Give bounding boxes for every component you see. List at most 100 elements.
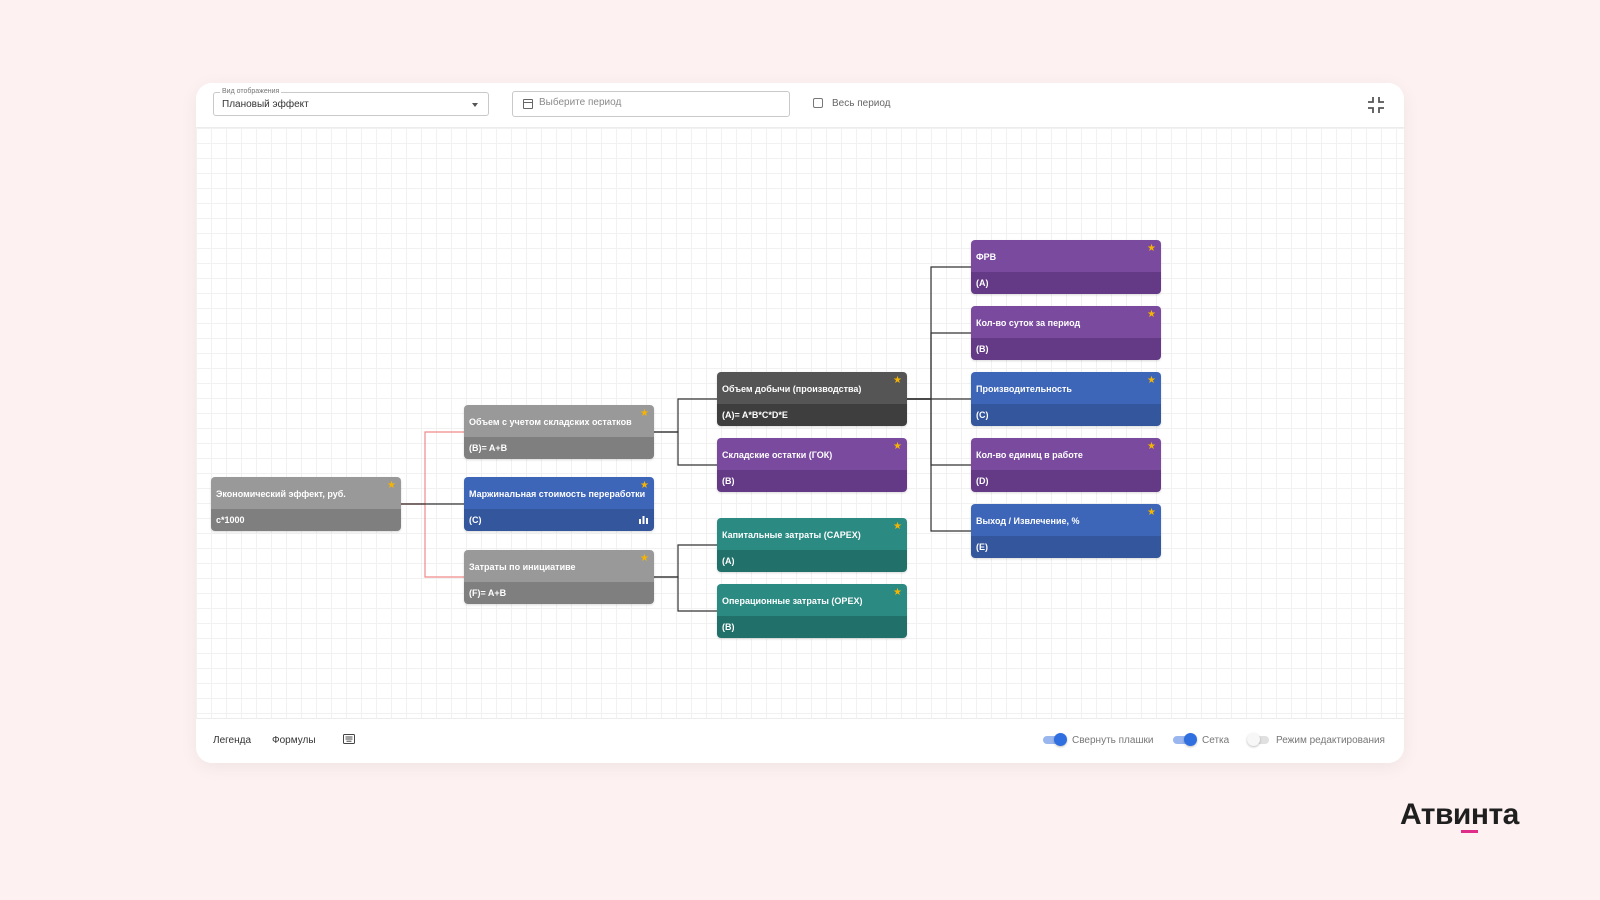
star-icon[interactable]: ★ [387,481,396,491]
star-icon[interactable]: ★ [1147,376,1156,386]
node-productivity[interactable]: Производительность ★ (C) [971,372,1161,426]
connector-line [401,431,464,505]
node-formula: (D) [976,476,989,486]
grid-label: Сетка [1202,735,1230,746]
node-title: Производительность [976,384,1072,394]
all-period-label[interactable]: Весь период [832,98,891,109]
node-formula: (A)= A*B*C*D*E [722,410,788,420]
node-title: Кол-во единиц в работе [976,450,1083,460]
calendar-icon[interactable] [523,99,533,109]
connector-line [907,332,971,400]
node-footer: (E) [971,536,1161,558]
node-frv[interactable]: ФРВ ★ (A) [971,240,1161,294]
node-footer: (A) [717,550,907,572]
checkbox-icon[interactable] [813,98,823,108]
node-title: Маржинальная стоимость переработки [469,489,646,499]
node-header: Экономический эффект, руб. ★ [211,477,401,509]
toggle-knob [1247,733,1260,746]
toggle-knob [1054,733,1067,746]
node-production-volume[interactable]: Объем добычи (производства) ★ (A)= A*B*C*D… [717,372,907,426]
star-icon[interactable]: ★ [640,481,649,491]
keyboard-icon[interactable] [343,734,355,744]
node-capex[interactable]: Капитальные затраты (CAPEX) ★ (A) [717,518,907,572]
app-window: Вид отображения Плановый эффект Весь пер… [196,83,1404,763]
node-marginal-cost[interactable]: Маржинальная стоимость переработки ★ (C) [464,477,654,531]
edit-mode-label: Режим редактирования [1276,735,1385,746]
node-title: Складские остатки (ГОК) [722,450,833,460]
brand-logo: Атвинта [1400,798,1519,831]
node-header: Производительность ★ [971,372,1161,404]
connector-line [654,544,717,578]
node-initiative-costs[interactable]: Затраты по инициативе ★ (F)= A+B [464,550,654,604]
node-formula: (B) [722,622,735,632]
view-mode-select[interactable]: Вид отображения Плановый эффект [213,87,489,116]
node-footer: (B) [717,616,907,638]
legend-tab[interactable]: Легенда [213,735,251,746]
star-icon[interactable]: ★ [1147,508,1156,518]
view-mode-value: Плановый эффект [222,99,309,110]
star-icon[interactable]: ★ [893,522,902,532]
node-stock-gok[interactable]: Складские остатки (ГОК) ★ (B) [717,438,907,492]
node-title: Операционные затраты (OPEX) [722,596,863,606]
node-volume-stock[interactable]: Объем с учетом складских остатков ★ (B)= A… [464,405,654,459]
star-icon[interactable]: ★ [1147,310,1156,320]
node-title: Затраты по инициативе [469,562,576,572]
node-footer: (B) [717,470,907,492]
footer-bar: Легенда Формулы Свернуть плашки Сетка Ре… [196,718,1404,763]
node-formula: (F)= A+B [469,588,507,598]
connector-line [401,503,464,578]
node-footer: (C) [971,404,1161,426]
star-icon[interactable]: ★ [640,409,649,419]
star-icon[interactable]: ★ [893,376,902,386]
node-footer: (C) [464,509,654,531]
node-header: Кол-во единиц в работе ★ [971,438,1161,470]
node-formula: (E) [976,542,988,552]
node-header: Капитальные затраты (CAPEX) ★ [717,518,907,550]
node-title: Кол-во суток за период [976,318,1081,328]
node-header: Объем добычи (производства) ★ [717,372,907,404]
diagram-canvas[interactable]: Экономический эффект, руб. ★ с*1000 Объем с… [196,128,1404,719]
formulas-tab[interactable]: Формулы [272,735,316,746]
node-days[interactable]: Кол-во суток за период ★ (B) [971,306,1161,360]
star-icon[interactable]: ★ [640,554,649,564]
period-picker[interactable] [512,91,790,117]
node-footer: (D) [971,470,1161,492]
connector-line [654,576,717,612]
connector-line [654,398,717,433]
bar-chart-icon[interactable] [639,515,648,524]
node-footer: (B)= A+B [464,437,654,459]
toggle-knob [1184,733,1197,746]
view-mode-legend: Вид отображения [220,87,282,96]
node-title: Объем добычи (производства) [722,384,862,394]
node-yield[interactable]: Выход / Извлечение, % ★ (E) [971,504,1161,558]
node-title: Объем с учетом складских остатков [469,417,632,427]
node-formula: (C) [469,515,482,525]
connector-line [654,431,717,466]
node-title: Экономический эффект, руб. [216,489,346,499]
node-header: ФРВ ★ [971,240,1161,272]
node-units[interactable]: Кол-во единиц в работе ★ (D) [971,438,1161,492]
star-icon[interactable]: ★ [1147,244,1156,254]
node-formula: (C) [976,410,989,420]
node-footer: (F)= A+B [464,582,654,604]
collapse-fullscreen-button[interactable] [1366,95,1386,115]
node-header: Объем с учетом складских остатков ★ [464,405,654,437]
node-root[interactable]: Экономический эффект, руб. ★ с*1000 [211,477,401,531]
node-opex[interactable]: Операционные затраты (OPEX) ★ (B) [717,584,907,638]
node-header: Выход / Извлечение, % ★ [971,504,1161,536]
brand-accent [1461,830,1478,833]
period-input[interactable] [537,96,781,109]
chevron-down-icon[interactable] [472,103,478,107]
node-footer: с*1000 [211,509,401,531]
node-footer: (A)= A*B*C*D*E [717,404,907,426]
node-formula: с*1000 [216,515,245,525]
star-icon[interactable]: ★ [1147,442,1156,452]
star-icon[interactable]: ★ [893,442,902,452]
node-title: ФРВ [976,252,997,262]
star-icon[interactable]: ★ [893,588,902,598]
node-footer: (A) [971,272,1161,294]
node-header: Операционные затраты (OPEX) ★ [717,584,907,616]
connector-line [907,398,971,466]
node-title: Выход / Извлечение, % [976,516,1080,526]
node-header: Маржинальная стоимость переработки ★ [464,477,654,509]
